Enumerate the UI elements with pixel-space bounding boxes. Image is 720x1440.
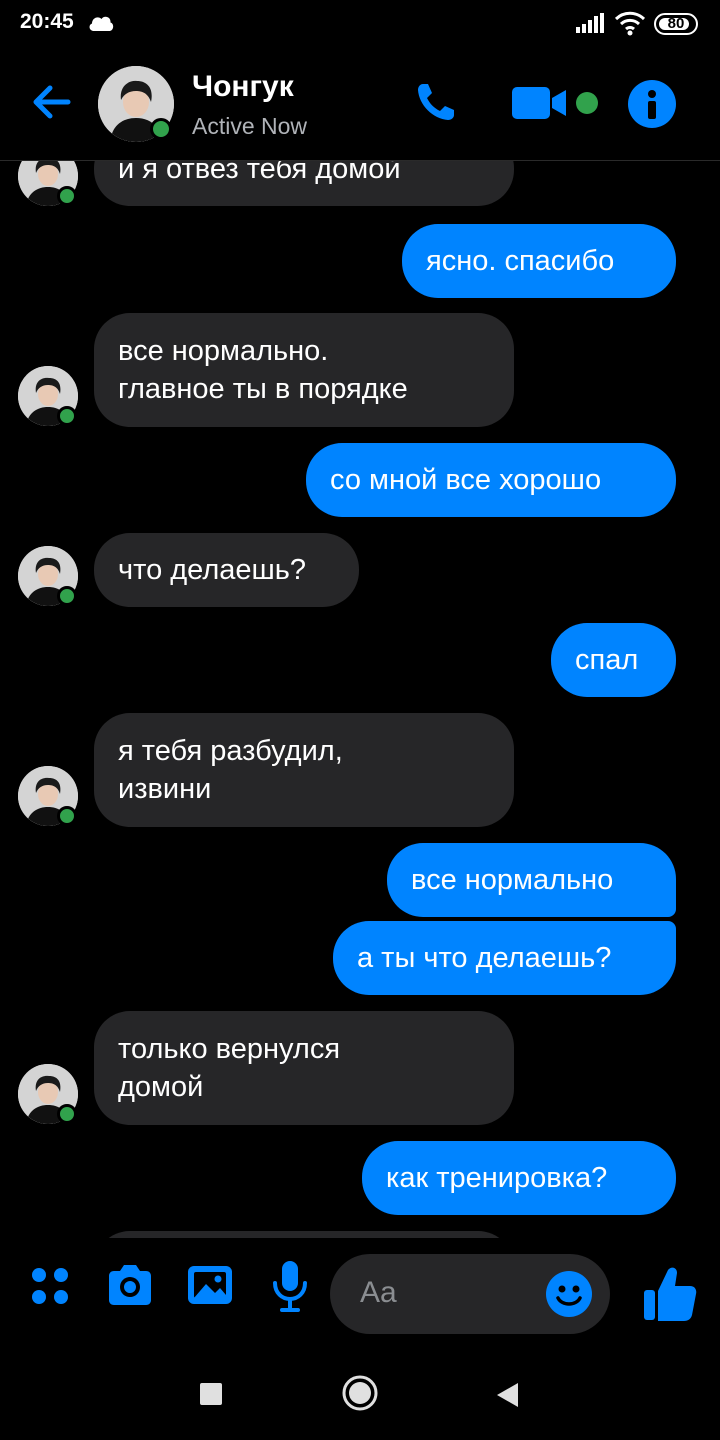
message-text: извини [118, 773, 212, 805]
message-list[interactable]: и я отвез тебя домой ясно. спасибо все н… [0, 160, 720, 1238]
message-bubble-incoming[interactable]: и я отвез тебя домой [94, 160, 514, 206]
message-text: и я отвез тебя домой [118, 160, 401, 185]
message-bubble-incoming[interactable]: я тебя разбудил, извини [94, 713, 514, 827]
thumbs-up-icon [644, 1267, 697, 1321]
triangle-back-icon [497, 1383, 518, 1407]
message-bubble-incoming[interactable]: только вернулся домой [94, 1011, 514, 1125]
online-status-dot [57, 806, 77, 826]
four-dots-icon [32, 1268, 68, 1304]
message-bubble-outgoing[interactable]: все нормально [387, 843, 676, 917]
online-status-dot [57, 586, 77, 606]
online-status-dot [57, 1104, 77, 1124]
message-bubble-outgoing[interactable]: как тренировка? [362, 1141, 676, 1215]
chat-header: Чонгук Active Now [0, 50, 720, 161]
arrow-left-icon [33, 85, 71, 119]
message-text: все нормально. [118, 335, 329, 367]
message-bubble-incoming-partial[interactable] [94, 1231, 514, 1238]
online-status-dot [57, 186, 77, 206]
camera-icon [109, 1265, 151, 1305]
info-button[interactable] [628, 80, 676, 128]
recent-apps-button[interactable] [200, 1383, 222, 1405]
battery-indicator: 80 [654, 13, 698, 35]
video-camera-icon [512, 87, 566, 119]
status-bar: 20:45 80 [0, 0, 720, 50]
signal-icon [576, 13, 606, 38]
message-bubble-incoming[interactable]: что делаешь? [94, 533, 359, 607]
online-status-dot [150, 118, 172, 140]
info-icon [648, 90, 656, 98]
back-button[interactable] [28, 82, 76, 122]
voice-message-button[interactable] [270, 1258, 322, 1312]
image-icon [188, 1266, 232, 1304]
message-bubble-outgoing[interactable]: ясно. спасибо [402, 224, 676, 298]
battery-level: 80 [667, 15, 685, 32]
message-text: я тебя разбудил, [118, 735, 343, 767]
message-text: все нормально [411, 864, 614, 896]
message-text: домой [118, 1071, 204, 1103]
emoji-button[interactable] [546, 1271, 592, 1317]
gallery-button[interactable] [186, 1258, 238, 1310]
message-text: что делаешь? [118, 554, 307, 586]
smiley-icon [556, 1285, 582, 1306]
phone-icon [418, 84, 454, 120]
message-text: как тренировка? [386, 1162, 608, 1194]
message-bubble-outgoing[interactable]: спал [551, 623, 676, 697]
cloud-icon [88, 14, 114, 37]
status-time: 20:45 [20, 10, 74, 33]
voice-call-button[interactable] [414, 80, 458, 124]
message-input[interactable]: Aa [330, 1254, 610, 1334]
home-circle-icon [342, 1375, 378, 1411]
contact-status: Active Now [192, 113, 308, 139]
home-button[interactable] [341, 1374, 379, 1412]
message-text: главное ты в порядке [118, 373, 408, 405]
composer-bar: Aa [0, 1238, 720, 1350]
message-text: спал [575, 644, 639, 676]
more-actions-button[interactable] [28, 1258, 80, 1310]
video-active-dot [576, 92, 598, 114]
message-text: со мной все хорошо [330, 464, 602, 496]
message-bubble-outgoing[interactable]: а ты что делаешь? [333, 921, 676, 995]
system-navigation-bar [0, 1350, 720, 1440]
like-button[interactable] [642, 1264, 698, 1324]
message-text: только вернулся [118, 1033, 341, 1065]
message-text: а ты что делаешь? [357, 942, 612, 974]
contact-name[interactable]: Чонгук [192, 70, 294, 104]
wifi-icon [614, 10, 646, 41]
camera-button[interactable] [104, 1258, 156, 1310]
system-back-button[interactable] [494, 1380, 520, 1410]
microphone-icon [273, 1261, 307, 1312]
message-input-placeholder: Aa [360, 1276, 397, 1309]
message-bubble-outgoing[interactable]: со мной все хорошо [306, 443, 676, 517]
online-status-dot [57, 406, 77, 426]
message-text: ясно. спасибо [426, 245, 615, 277]
video-call-button[interactable] [510, 84, 570, 122]
message-bubble-incoming[interactable]: все нормально. главное ты в порядке [94, 313, 514, 427]
